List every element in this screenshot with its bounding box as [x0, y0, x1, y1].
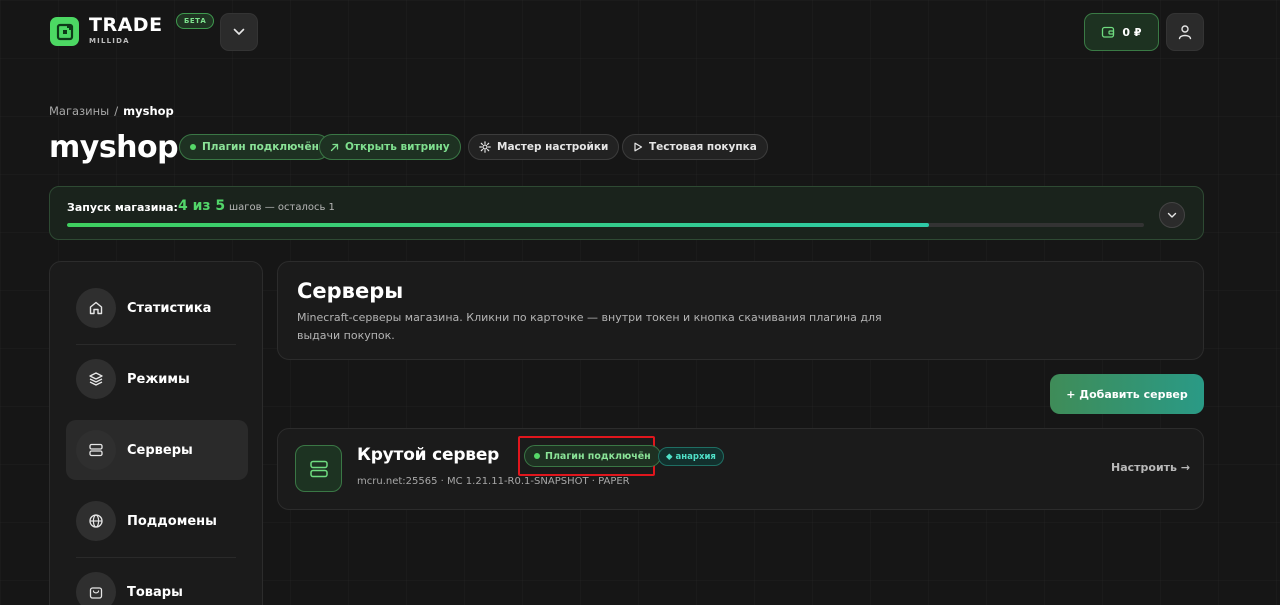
server-card[interactable]: Крутой сервер Плагин подключён ◆ анархия…	[277, 428, 1204, 510]
sidebar-item-statistics[interactable]: Статистика	[66, 278, 248, 338]
server-meta: mcru.net:25565 · MC 1.21.11-R0.1-SNAPSHO…	[357, 476, 630, 487]
chevron-down-icon	[233, 28, 245, 35]
sidebar: Статистика Режимы Серверы Поддомены Това…	[49, 261, 263, 605]
add-server-button[interactable]: + Добавить сервер	[1050, 374, 1204, 414]
brand-subtitle: MILLIDA	[89, 37, 130, 45]
globe-icon	[76, 501, 116, 541]
play-icon	[634, 142, 643, 152]
setup-wizard-label: Мастер настройки	[497, 141, 609, 153]
server-plugin-status-label: Плагин подключён	[545, 450, 651, 462]
profile-button[interactable]	[1166, 13, 1204, 51]
layers-icon	[76, 359, 116, 399]
test-purchase-label: Тестовая покупка	[649, 141, 757, 153]
launch-label: Запуск магазина:	[67, 201, 178, 214]
server-configure-link[interactable]: Настроить →	[1111, 461, 1190, 474]
logo-icon	[56, 23, 73, 40]
server-mode-tag: ◆ анархия	[658, 447, 724, 466]
server-name: Крутой сервер	[357, 445, 500, 465]
bag-icon	[76, 572, 116, 605]
breadcrumb-shops-link[interactable]: Магазины	[49, 104, 109, 118]
sidebar-divider	[76, 557, 236, 558]
sidebar-item-modes[interactable]: Режимы	[66, 349, 248, 409]
sidebar-item-servers[interactable]: Серверы	[66, 420, 248, 480]
breadcrumb: Магазины / myshop	[49, 104, 174, 118]
server-plugin-status-badge: Плагин подключён	[524, 445, 661, 467]
arrow-up-right-icon	[330, 143, 339, 151]
sidebar-item-products[interactable]: Товары	[66, 562, 248, 605]
launch-steps-remaining: шагов — осталось 1	[229, 202, 335, 213]
launch-steps-count: 4 из 5	[178, 198, 226, 214]
logo-mark[interactable]	[50, 17, 79, 46]
launch-progress-fill	[67, 223, 929, 227]
gear-icon	[479, 141, 491, 153]
diamond-icon: ◆	[666, 451, 673, 462]
sidebar-item-subdomains[interactable]: Поддомены	[66, 491, 248, 551]
open-storefront-label: Открыть витрину	[345, 141, 450, 153]
launch-progress-panel: Запуск магазина: 4 из 5 шагов — осталось…	[49, 186, 1204, 240]
section-title: Серверы	[297, 279, 404, 303]
breadcrumb-separator: /	[114, 104, 119, 118]
launch-expand-button[interactable]	[1159, 202, 1185, 228]
server-icon	[76, 430, 116, 470]
status-dot	[534, 453, 540, 459]
home-icon	[76, 288, 116, 328]
brand-name: TRADE	[89, 14, 163, 36]
wallet-balance-button[interactable]: 0 ₽	[1084, 13, 1159, 51]
open-storefront-button[interactable]: Открыть витрину	[319, 134, 461, 160]
setup-wizard-button[interactable]: Мастер настройки	[468, 134, 620, 160]
sidebar-item-label: Поддомены	[127, 513, 217, 529]
server-icon	[295, 445, 342, 492]
breadcrumb-current: myshop	[123, 104, 174, 118]
server-mode-label: анархия	[675, 451, 716, 462]
sidebar-item-label: Товары	[127, 584, 183, 600]
status-dot	[190, 144, 196, 150]
sidebar-divider	[76, 344, 236, 345]
launch-progress-bar	[67, 223, 1144, 227]
wallet-amount: 0 ₽	[1122, 25, 1142, 39]
user-icon	[1178, 25, 1192, 40]
test-purchase-button[interactable]: Тестовая покупка	[622, 134, 768, 160]
shop-switcher-button[interactable]	[220, 13, 258, 51]
beta-badge: БЕТА	[176, 13, 215, 29]
plugin-status-label: Плагин подключён	[202, 141, 319, 153]
plugin-status-badge: Плагин подключён	[179, 134, 330, 160]
page-title: myshop	[49, 130, 179, 165]
sidebar-item-label: Серверы	[127, 442, 193, 458]
section-header: Серверы Minecraft-серверы магазина. Клик…	[277, 261, 1204, 360]
sidebar-item-label: Статистика	[127, 300, 212, 316]
wallet-icon	[1102, 26, 1115, 38]
section-description: Minecraft-серверы магазина. Кликни по ка…	[297, 311, 882, 342]
chevron-down-icon	[1167, 212, 1177, 218]
sidebar-item-label: Режимы	[127, 371, 190, 387]
